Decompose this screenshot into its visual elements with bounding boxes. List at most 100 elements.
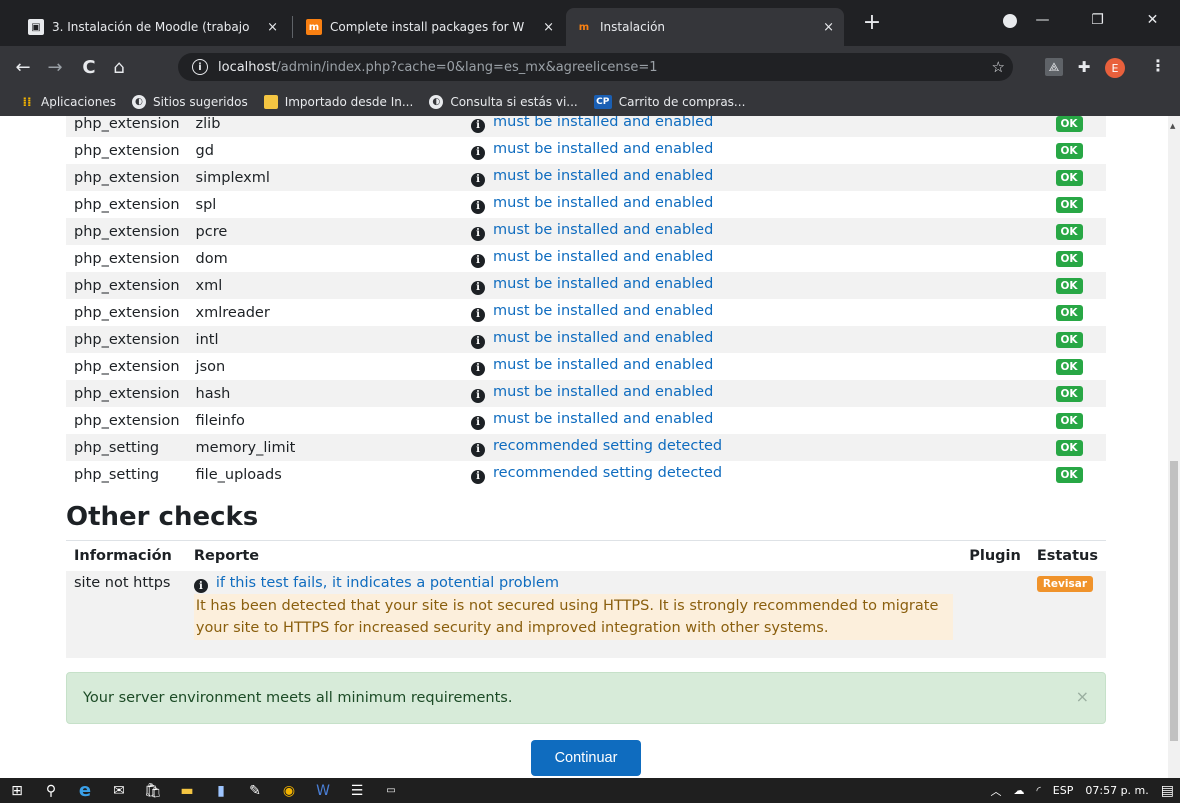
avatar[interactable]: E [1105, 58, 1125, 78]
close-tab-icon[interactable]: × [543, 20, 554, 35]
forward-icon[interactable]: → [42, 54, 68, 80]
paint-icon[interactable]: ✎ [238, 778, 272, 803]
table-row: php_extension xmlreader i must be installed… [66, 299, 1106, 326]
env-report: i must be installed and enabled [463, 407, 1032, 434]
table-row: php_extension fileinfo i must be installed … [66, 407, 1106, 434]
table-row: php_extension hash i must be installed and … [66, 380, 1106, 407]
env-report-link[interactable]: must be installed and enabled [493, 249, 713, 265]
env-report-link[interactable]: must be installed and enabled [493, 276, 713, 292]
settings-list-icon[interactable]: ☰ [340, 778, 374, 803]
env-status: OK [1032, 380, 1106, 407]
env-report: i must be installed and enabled [463, 245, 1032, 272]
windows-start-icon[interactable]: ⊞ [0, 778, 34, 803]
tab-complete-install-packages[interactable]: m Complete install packages for W × [296, 8, 564, 46]
mail-icon[interactable]: ✉ [102, 778, 136, 803]
home-icon[interactable]: ⌂ [106, 54, 132, 80]
minimize-icon[interactable]: — [1015, 0, 1070, 40]
info-icon[interactable]: i [471, 469, 486, 484]
env-report-link[interactable]: must be installed and enabled [493, 330, 713, 346]
back-icon[interactable]: ← [10, 54, 36, 80]
language-indicator[interactable]: ESP [1053, 784, 1074, 797]
env-name: xml [187, 272, 464, 299]
new-tab-button[interactable]: + [858, 10, 886, 38]
page-scrollbar[interactable]: ▲ [1168, 116, 1180, 778]
env-report-link[interactable]: recommended setting detected [493, 465, 722, 481]
env-report-link[interactable]: must be installed and enabled [493, 303, 713, 319]
info-icon[interactable]: i [471, 307, 486, 322]
edge-icon[interactable]: e [68, 778, 102, 803]
terminal-icon[interactable]: ▭ [374, 778, 408, 803]
env-report: i must be installed and enabled [463, 137, 1032, 164]
check-report-link[interactable]: if this test fails, it indicates a poten… [216, 575, 559, 591]
chevron-up-icon[interactable]: ︿ [991, 783, 1002, 799]
env-name: file_uploads [195, 466, 282, 483]
env-report-link[interactable]: must be installed and enabled [493, 195, 713, 211]
tab-moodle-install-classroom[interactable]: ▣ 3. Instalación de Moodle (trabajo × [18, 8, 288, 46]
env-report-link[interactable]: must be installed and enabled [493, 141, 713, 157]
wifi-icon[interactable]: ◜ [1037, 784, 1041, 797]
info-icon[interactable]: i [471, 172, 486, 187]
close-icon[interactable]: × [1076, 687, 1089, 706]
scrollbar-thumb[interactable] [1170, 461, 1178, 741]
restore-icon[interactable]: ❐ [1070, 0, 1125, 40]
env-report-link[interactable]: must be installed and enabled [493, 168, 713, 184]
reload-icon[interactable]: C [76, 54, 102, 80]
file-explorer-icon[interactable]: ▬ [170, 778, 204, 803]
info-icon[interactable]: i [471, 334, 486, 349]
table-row: site not https i if this test fails, it i… [66, 570, 1106, 658]
info-icon[interactable]: i [471, 442, 486, 457]
bookmark-importado[interactable]: Importado desde In... [263, 95, 413, 109]
close-tab-icon[interactable]: × [267, 20, 278, 35]
pdf-extension-icon[interactable]: ⟁ [1045, 58, 1063, 76]
cloud-icon[interactable]: ☁ [1014, 784, 1025, 797]
env-name: json [195, 358, 226, 375]
info-icon[interactable]: i [471, 118, 486, 133]
continue-button[interactable]: Continuar [531, 740, 641, 776]
notes-icon[interactable]: ▮ [204, 778, 238, 803]
bookmark-consulta[interactable]: ◐ Consulta si estás vi... [429, 95, 578, 109]
extensions-puzzle-icon[interactable]: ✚ [1075, 58, 1093, 76]
tab-instalacion[interactable]: m Instalación × [566, 8, 844, 46]
env-type: php_extension [66, 116, 188, 137]
info-icon[interactable]: i [471, 280, 486, 295]
table-row: php_extension gd i must be installed and en… [66, 137, 1106, 164]
bookmark-carrito[interactable]: CP Carrito de compras... [593, 95, 745, 109]
bookmark-aplicaciones[interactable]: ⁞⁞ Aplicaciones [20, 95, 116, 109]
env-report-link[interactable]: must be installed and enabled [493, 116, 713, 130]
info-icon[interactable]: i [471, 145, 486, 160]
address-bar[interactable]: i localhost/admin/index.php?cache=0&lang… [178, 53, 1013, 81]
env-report-link[interactable]: must be installed and enabled [493, 357, 713, 373]
env-type: php_extension [74, 358, 180, 375]
clock[interactable]: 07:57 p. m. [1085, 784, 1148, 797]
info-icon[interactable]: i [471, 253, 486, 268]
notifications-icon[interactable]: ▤ [1161, 783, 1174, 799]
browser-menu-icon[interactable]: ⋮ [1150, 56, 1166, 75]
info-icon[interactable]: i [471, 388, 486, 403]
store-icon[interactable]: 🛍 [136, 778, 170, 803]
env-report-link[interactable]: recommended setting detected [493, 438, 722, 454]
info-icon[interactable]: i [471, 226, 486, 241]
window-controls: — ❐ ✕ [1015, 0, 1180, 40]
site-info-icon[interactable]: i [192, 59, 208, 75]
check-status: Revisar [1028, 570, 1106, 658]
globe-icon: ◐ [131, 95, 146, 109]
close-window-icon[interactable]: ✕ [1125, 0, 1180, 40]
address-host: localhost [218, 59, 277, 75]
env-report-link[interactable]: must be installed and enabled [493, 384, 713, 400]
close-tab-icon[interactable]: × [823, 20, 834, 35]
status-badge: OK [1055, 413, 1083, 429]
info-icon[interactable]: i [471, 361, 486, 376]
info-icon[interactable]: i [193, 579, 208, 593]
chrome-icon[interactable]: ◉ [272, 778, 306, 803]
bookmark-star-icon[interactable]: ☆ [992, 58, 1005, 76]
info-icon[interactable]: i [471, 199, 486, 214]
scroll-up-icon[interactable]: ▲ [1170, 122, 1175, 130]
env-status: OK [1032, 137, 1106, 164]
env-status: OK [1032, 245, 1106, 272]
info-icon[interactable]: i [471, 415, 486, 430]
word-icon[interactable]: W [306, 778, 340, 803]
env-report-link[interactable]: must be installed and enabled [493, 411, 713, 427]
search-icon[interactable]: ⚲ [34, 778, 68, 803]
bookmark-sitios-sugeridos[interactable]: ◐ Sitios sugeridos [131, 95, 248, 109]
env-report-link[interactable]: must be installed and enabled [493, 222, 713, 238]
